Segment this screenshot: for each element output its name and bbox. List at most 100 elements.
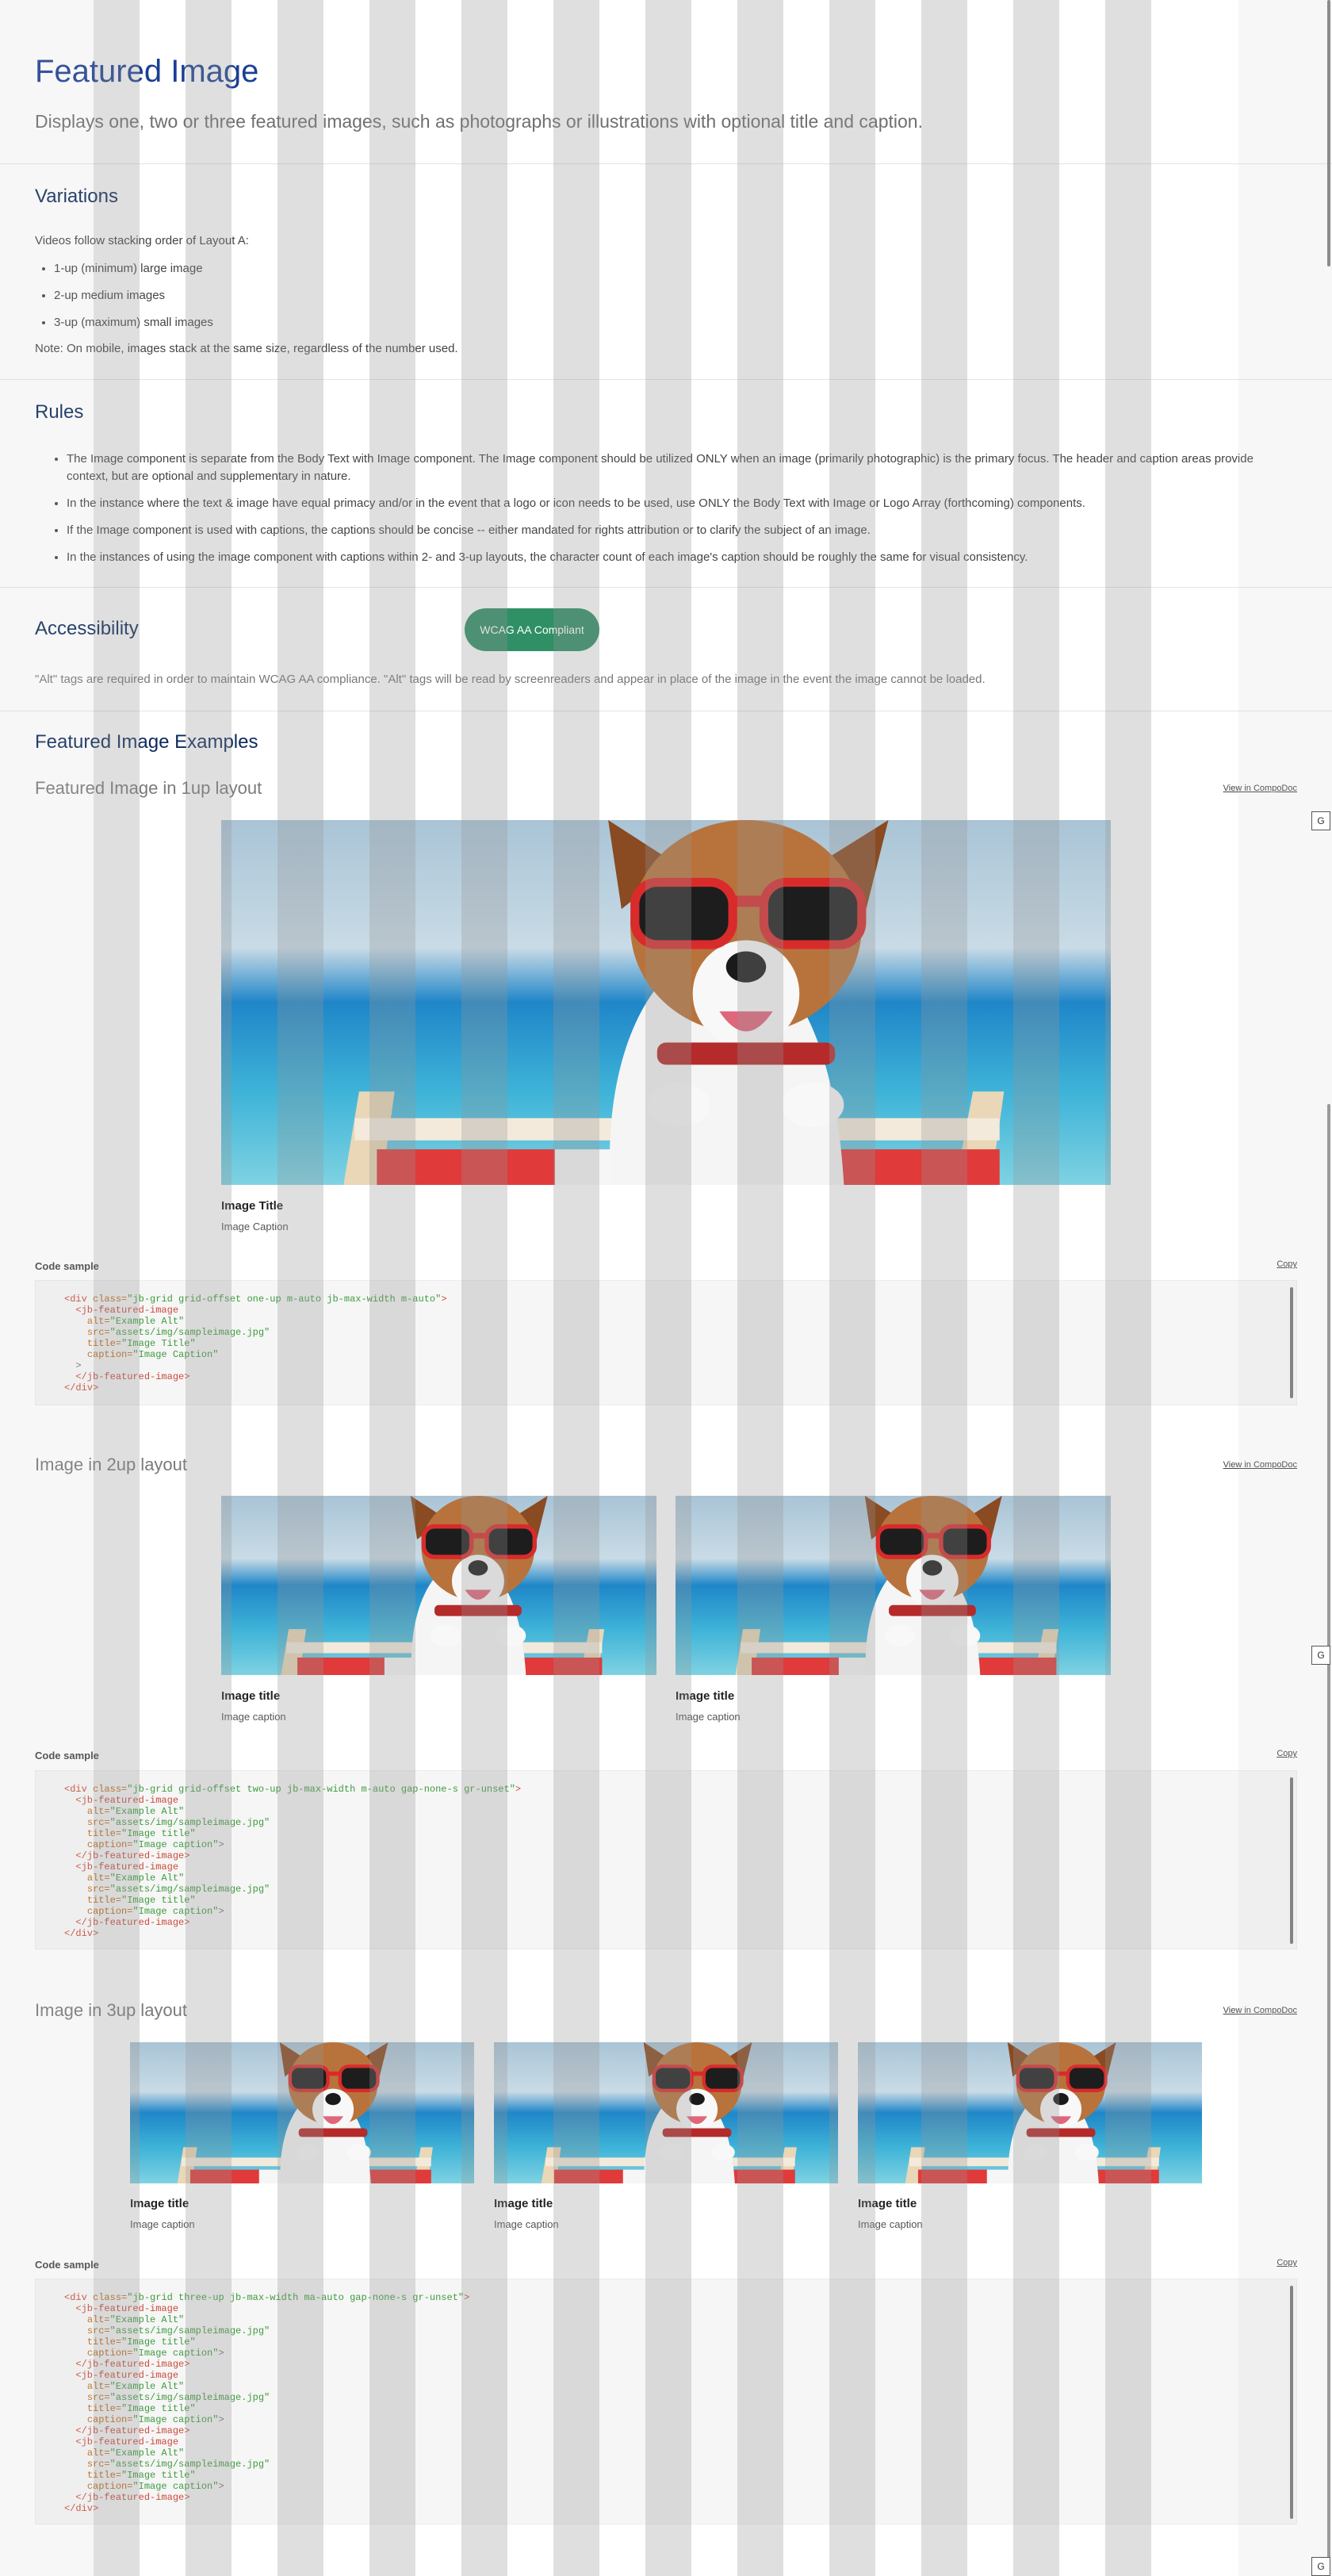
view-in-compodoc-link[interactable]: View in CompoDoc: [1223, 1460, 1297, 1470]
image-title: Image title: [221, 1689, 281, 1703]
code-line: src="assets/img/sampleimage.jpg": [86, 1884, 270, 1895]
code-line: alt="Example Alt": [86, 2381, 185, 2392]
image-title: Image title: [858, 2197, 917, 2210]
code-line: src="assets/img/sampleimage.jpg": [86, 2392, 270, 2403]
code-line: <div class="jb-grid grid-offset two-up j…: [64, 1784, 522, 1795]
code-line: title="Image title": [86, 2403, 196, 2414]
accessibility-text: "Alt" tags are required in order to main…: [35, 673, 986, 686]
image-title: Image Title: [221, 1199, 284, 1213]
code-line: </div>: [64, 1928, 99, 1939]
g-icon[interactable]: G: [1311, 811, 1330, 830]
featured-image-photo: [130, 2042, 474, 2183]
code-sample-label: Code sample: [35, 2259, 99, 2271]
code-line: </jb-featured-image>: [75, 2425, 190, 2436]
code-scrollbar[interactable]: [1290, 1777, 1293, 1944]
code-line: <jb-featured-image: [75, 2436, 179, 2448]
code-line: caption="Image caption">: [86, 2414, 224, 2425]
variations-note: Note: On mobile, images stack at the sam…: [35, 342, 458, 355]
code-line: <jb-featured-image: [75, 2303, 179, 2314]
code-line: </div>: [64, 2503, 99, 2514]
code-line: <jb-featured-image: [75, 2370, 179, 2381]
copy-button[interactable]: Copy: [1276, 1749, 1297, 1758]
code-scrollbar[interactable]: [1290, 1287, 1293, 1398]
rules-title: Rules: [35, 401, 84, 423]
list-item: 2-up medium images: [54, 287, 530, 305]
code-line: <div class="jb-grid grid-offset one-up m…: [64, 1294, 447, 1305]
code-line: alt="Example Alt": [86, 2314, 185, 2325]
page-scrollbar[interactable]: [1326, 0, 1332, 2576]
featured-image-photo: [494, 2042, 838, 2183]
code-line: caption="Image caption">: [86, 2348, 224, 2359]
divider: [0, 587, 1332, 588]
image-caption: Image caption: [221, 1711, 286, 1723]
code-line: <jb-featured-image: [75, 1861, 179, 1873]
scrollbar-thumb[interactable]: [1327, 0, 1330, 266]
accessibility-title: Accessibility: [35, 618, 139, 639]
code-line: src="assets/img/sampleimage.jpg": [86, 1327, 270, 1338]
image-caption: Image caption: [494, 2218, 559, 2230]
code-line: </jb-featured-image>: [75, 1917, 190, 1928]
code-line: src="assets/img/sampleimage.jpg": [86, 2459, 270, 2470]
copy-button[interactable]: Copy: [1276, 1259, 1297, 1269]
copy-button[interactable]: Copy: [1276, 2258, 1297, 2267]
image-title: Image title: [130, 2197, 189, 2210]
code-line: src="assets/img/sampleimage.jpg": [86, 1817, 270, 1828]
divider: [0, 379, 1332, 380]
variations-title: Variations: [35, 186, 118, 207]
code-sample[interactable]: <div class="jb-grid three-up jb-max-widt…: [35, 2279, 1297, 2524]
code-line: >: [64, 1360, 82, 1371]
featured-image-photo: [858, 2042, 1202, 2183]
variations-intro: Videos follow stacking order of Layout A…: [35, 234, 249, 247]
code-line: caption="Image caption">: [86, 1839, 224, 1850]
code-line: alt="Example Alt": [86, 2448, 185, 2459]
code-scrollbar[interactable]: [1290, 2286, 1293, 2519]
code-line: <div class="jb-grid three-up jb-max-widt…: [64, 2292, 470, 2303]
code-line: caption="Image caption">: [86, 1906, 224, 1917]
featured-image-photo: [676, 1496, 1111, 1675]
g-icon[interactable]: G: [1311, 1646, 1330, 1665]
rules-list: The Image component is separate from the…: [67, 450, 1297, 576]
code-line: title="Image title": [86, 1895, 196, 1906]
code-line: alt="Example Alt": [86, 1873, 185, 1884]
code-line: src="assets/img/sampleimage.jpg": [86, 2325, 270, 2336]
code-line: </jb-featured-image>: [75, 1850, 190, 1861]
two-up-heading: Image in 2up layout: [35, 1455, 188, 1474]
code-sample[interactable]: <div class="jb-grid grid-offset two-up j…: [35, 1770, 1297, 1949]
list-item: In the instances of using the image comp…: [67, 549, 1297, 566]
g-icon[interactable]: G: [1311, 2557, 1330, 2576]
image-caption: Image caption: [676, 1711, 741, 1723]
code-line: <jb-featured-image: [75, 1305, 179, 1316]
image-title: Image title: [676, 1689, 735, 1703]
code-sample-label: Code sample: [35, 1260, 99, 1272]
image-caption: Image Caption: [221, 1221, 289, 1232]
code-line: caption="Image caption">: [86, 2481, 224, 2492]
variations-list: 1-up (minimum) large image 2-up medium i…: [54, 260, 530, 341]
code-line: </jb-featured-image>: [75, 2492, 190, 2503]
list-item: The Image component is separate from the…: [67, 450, 1297, 485]
code-line: title="Image Title": [86, 1338, 196, 1349]
code-sample[interactable]: <div class="jb-grid grid-offset one-up m…: [35, 1280, 1297, 1405]
featured-image-photo: [221, 820, 1111, 1185]
code-line: </jb-featured-image>: [75, 2359, 190, 2370]
scrollbar-thumb[interactable]: [1327, 1104, 1330, 2576]
code-line: caption="Image Caption": [86, 1349, 219, 1360]
code-line: title="Image title": [86, 2336, 196, 2348]
code-line: title="Image title": [86, 1828, 196, 1839]
code-line: </div>: [64, 1382, 99, 1393]
image-title: Image title: [494, 2197, 553, 2210]
wcag-badge: WCAG AA Compliant: [465, 608, 599, 651]
code-sample-label: Code sample: [35, 1750, 99, 1761]
one-up-heading: Featured Image in 1up layout: [35, 778, 262, 798]
examples-title: Featured Image Examples: [35, 731, 258, 753]
image-caption: Image caption: [858, 2218, 923, 2230]
list-item: 1-up (minimum) large image: [54, 260, 530, 278]
code-line: alt="Example Alt": [86, 1316, 185, 1327]
code-line: </jb-featured-image>: [75, 1371, 190, 1382]
divider: [0, 163, 1332, 164]
code-line: alt="Example Alt": [86, 1806, 185, 1817]
image-caption: Image caption: [130, 2218, 195, 2230]
code-line: <jb-featured-image: [75, 1795, 179, 1806]
view-in-compodoc-link[interactable]: View in CompoDoc: [1223, 2006, 1297, 2015]
code-line: title="Image title": [86, 2470, 196, 2481]
view-in-compodoc-link[interactable]: View in CompoDoc: [1223, 784, 1297, 793]
